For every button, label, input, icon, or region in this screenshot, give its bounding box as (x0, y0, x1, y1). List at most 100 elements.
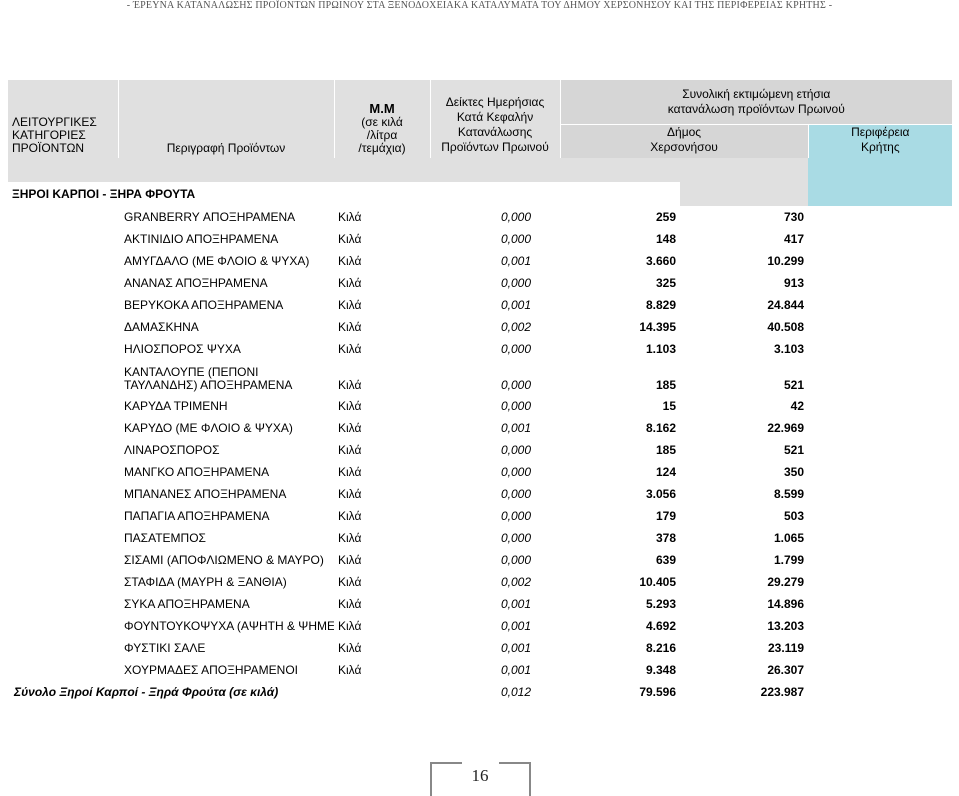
table-body: GRANBERRY ΑΠΟΞΗΡΑΜΕΝΑ Κιλά 0,000 259 730 ΑΚΤΙ… (8, 205, 952, 681)
row-spacer (8, 571, 118, 593)
product-name: ΑΜΥΓΔΑΛΟ (ΜΕ ΦΛΟΙΟ & ΨΥΧΑ) (124, 253, 310, 268)
row-gap (535, 417, 560, 439)
index-cell: 0,001 (500, 640, 532, 655)
index-cell: 0,000 (500, 464, 532, 479)
row-end (808, 615, 952, 637)
unit-header: Μ.Μ (σε κιλά/λίτρα/τεμάχια) (334, 80, 431, 158)
perifereia-cell: 13.203 (767, 618, 805, 633)
row-spacer (8, 417, 118, 439)
product-name: ΣΥΚΑ ΑΠΟΞΗΡΑΜΕΝΑ (124, 596, 250, 611)
row-end (808, 483, 952, 505)
footer-bracket-right (499, 762, 531, 796)
row-gap (535, 272, 560, 294)
index-cell: 0,000 (500, 231, 532, 246)
dimos-cell: 5.293 (560, 592, 681, 615)
dimos-cell: 325 (560, 271, 681, 294)
row-gap (535, 206, 560, 228)
perifereia-cell: 350 (784, 464, 805, 479)
perifereia-cell: 521 (784, 377, 805, 392)
table-row: GRANBERRY ΑΠΟΞΗΡΑΜΕΝΑ Κιλά 0,000 259 730 (8, 205, 952, 228)
index-cell: 0,001 (500, 253, 532, 268)
row-gap (535, 615, 560, 637)
table-row: ΣΙΣΑΜΙ (ΑΠΟΦΛΙΩΜΕΝΟ & ΜΑΥΡΟ) Κιλά 0,000 639… (8, 548, 952, 571)
perifereia-cell: 10.299 (767, 253, 805, 268)
product-name: ΜΑΝΓΚΟ ΑΠΟΞΗΡΑΜΕΝΑ (124, 464, 270, 479)
row-gap (535, 593, 560, 615)
unit-cell: Κιλά (338, 398, 362, 413)
table-row: ΑΜΥΓΔΑΛΟ (ΜΕ ΦΛΟΙΟ & ΨΥΧΑ) Κιλά 0,001 3.660… (8, 249, 952, 272)
unit-cell: Κιλά (338, 640, 362, 655)
row-spacer (8, 250, 118, 272)
index-cell: 0,000 (500, 377, 532, 392)
index-cell: 0,000 (500, 275, 532, 290)
perifereia-cell: 1.065 (774, 530, 805, 545)
row-gap (535, 549, 560, 571)
dimos-cell: 10.405 (560, 570, 681, 593)
unit-cell: Κιλά (338, 486, 362, 501)
row-end (808, 395, 952, 417)
table-row: ΚΑΡΥΔΟ (ΜΕ ΦΛΟΙΟ & ΨΥΧΑ) Κιλά 0,001 8.162 22… (8, 416, 952, 439)
unit-cell: Κιλά (338, 508, 362, 523)
row-gap (535, 360, 560, 395)
row-gap (535, 439, 560, 461)
row-gap (535, 395, 560, 417)
table-row: ΜΑΝΓΚΟ ΑΠΟΞΗΡΑΜΕΝΑ Κιλά 0,000 124 350 (8, 460, 952, 483)
perifereia-cell: 23.119 (767, 640, 805, 655)
index-cell: 0,000 (500, 486, 532, 501)
index-cell: 0,000 (500, 552, 532, 567)
index-cell: 0,001 (500, 662, 532, 677)
index-cell: 0,000 (500, 341, 532, 356)
row-end (808, 338, 952, 360)
row-spacer (8, 228, 118, 250)
row-end (808, 360, 952, 395)
unit-cell: Κιλά (338, 442, 362, 457)
row-gap (535, 316, 560, 338)
row-gap (535, 483, 560, 505)
unit-cell: Κιλά (338, 574, 362, 589)
dimos-cell: 185 (560, 438, 681, 461)
row-gap (535, 461, 560, 483)
row-end (808, 316, 952, 338)
table-row: ΣΥΚΑ ΑΠΟΞΗΡΑΜΕΝΑ Κιλά 0,001 5.293 14.896 (8, 592, 952, 615)
product-name: ΣΙΣΑΜΙ (ΑΠΟΦΛΙΩΜΕΝΟ & ΜΑΥΡΟ) (124, 552, 324, 567)
row-end (808, 461, 952, 483)
table-row: ΔΑΜΑΣΚΗΝΑ Κιλά 0,002 14.395 40.508 (8, 315, 952, 338)
description-header: Περιγραφή Προϊόντων (118, 80, 335, 158)
row-spacer (8, 505, 118, 527)
header-row-1: ΛΕΙΤΟΥΡΓΙΚΕΣ ΚΑΤΗΓΟΡΙΕΣ ΠΡΟΪΟΝΤΩΝ Περιγραφ… (8, 80, 953, 158)
row-end (808, 505, 952, 527)
index-cell: 0,000 (500, 398, 532, 413)
unit-cell: Κιλά (338, 618, 362, 633)
table-row: ΦΟΥΝΤΟΥΚΟΨΥΧΑ (ΑΨΗΤΗ & ΨΗΜΕΝΑ) Κιλά 0,001 4… (8, 614, 952, 637)
unit-cell: Κιλά (338, 662, 362, 677)
dimos-cell: 639 (560, 548, 681, 571)
perifereia-cell: 24.844 (767, 297, 805, 312)
category-header: ΛΕΙΤΟΥΡΓΙΚΕΣ ΚΑΤΗΓΟΡΙΕΣ ΠΡΟΪΟΝΤΩΝ (8, 80, 119, 158)
index-cell: 0,002 (500, 319, 532, 334)
perifereia-cell: 913 (784, 275, 805, 290)
dimos-cell: 148 (560, 227, 681, 250)
unit-cell: Κιλά (338, 209, 362, 224)
row-end (808, 294, 952, 316)
product-name: ΦΥΣΤΙΚΙ ΣΑΛΕ (124, 640, 206, 655)
row-gap (535, 527, 560, 549)
table-row: ΒΕΡΥΚΟΚΑ ΑΠΟΞΗΡΑΜΕΝΑ Κιλά 0,001 8.829 24.844 (8, 293, 952, 316)
unit-cell: Κιλά (338, 420, 362, 435)
perifereia-cell: 22.969 (767, 420, 805, 435)
row-end (808, 527, 952, 549)
row-end (808, 272, 952, 294)
product-name: ΚΑΝΤΑΛΟΥΠΕ (ΠΕΠΟΝΙ ΤΑΥΛΑΝΔΗΣ) ΑΠΟΞΗΡΑΜΕΝ… (124, 364, 293, 392)
perifereia-cell: 29.279 (767, 574, 805, 589)
dimos-header: Δήμος Χερσονήσου (560, 124, 809, 158)
dimos-cell: 8.216 (560, 636, 681, 659)
total-label: Σύνολο Ξηροί Καρποί - Ξηρά Φρούτα (σε κι… (14, 684, 279, 699)
product-name: ΑΚΤΙΝΙΔΙΟ ΑΠΟΞΗΡΑΜΕΝΑ (124, 231, 279, 246)
product-name: ΒΕΡΥΚΟΚΑ ΑΠΟΞΗΡΑΜΕΝΑ (124, 297, 284, 312)
table-row: ΚΑΡΥΔΑ ΤΡΙΜΕΝΗ Κιλά 0,000 15 42 (8, 394, 952, 417)
running-header: - ΈΡΕΥΝΑ ΚΑΤΑΝΑΛΩΣΗΣ ΠΡΟΪΟΝΤΩΝ ΠΡΩΙΝΟΥ Σ… (126, 0, 833, 11)
index-cell: 0,000 (500, 530, 532, 545)
unit-cell: Κιλά (338, 231, 362, 246)
consumption-table: ΛΕΙΤΟΥΡΓΙΚΕΣ ΚΑΤΗΓΟΡΙΕΣ ΠΡΟΪΟΝΤΩΝ Περιγραφ… (8, 80, 953, 703)
row-gap (535, 505, 560, 527)
dimos-cell: 259 (560, 205, 681, 228)
